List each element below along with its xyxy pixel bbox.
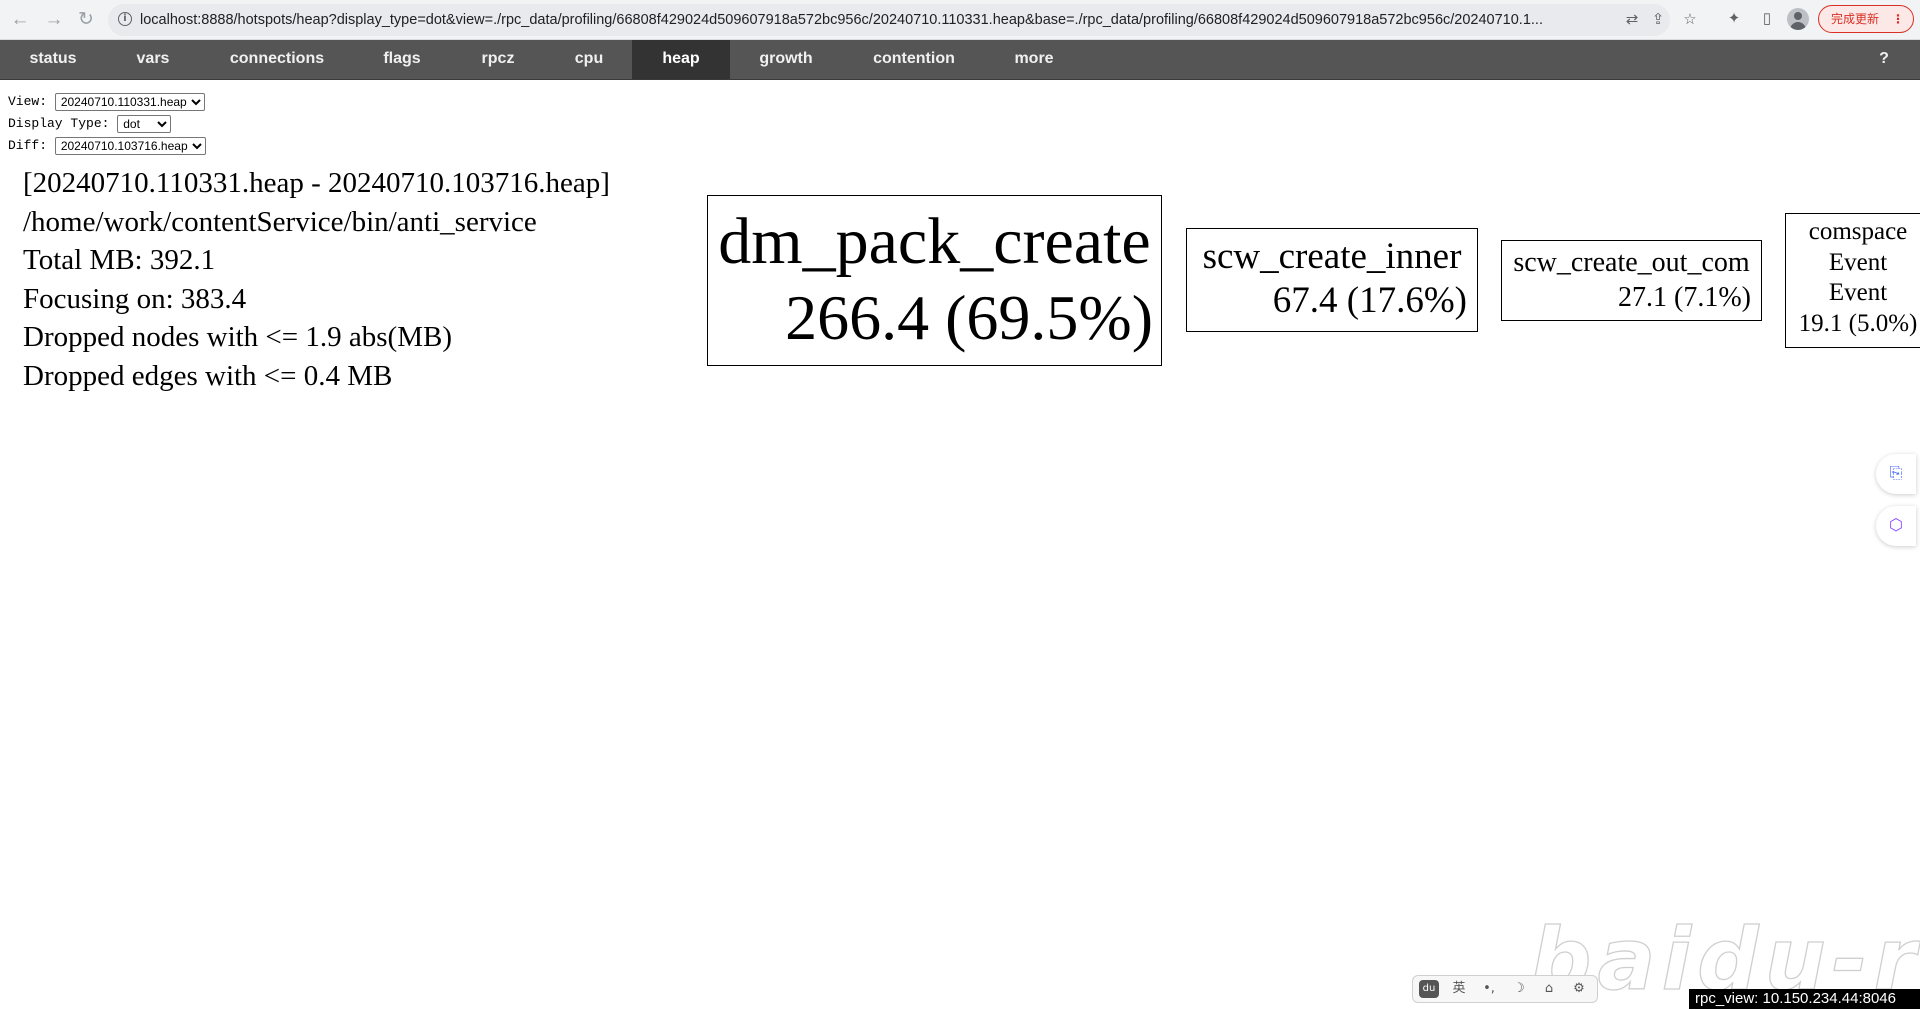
tab-bar: status vars connections flags rpcz cpu h… [0, 40, 1920, 80]
info-icon[interactable]: i [118, 12, 132, 26]
profile-avatar[interactable] [1787, 8, 1809, 30]
rpc-view-tag: rpc_view: 10.150.234.44:8046 [1689, 989, 1920, 1009]
ai-assistant-icon[interactable]: ⬡ [1876, 506, 1916, 546]
node-value: 27.1 (7.1%) [1618, 282, 1751, 313]
ime-toolbar: du 英 •, ☽ ⌂ ⚙ [1412, 975, 1598, 1003]
node-value: 266.4 (69.5%) [785, 282, 1153, 353]
tab-heap[interactable]: heap [632, 40, 730, 79]
summary-diff-title: [20240710.110331.heap - 20240710.103716.… [23, 167, 610, 199]
translate-assistant-icon[interactable]: ⎘ [1876, 454, 1916, 494]
view-label: View: [8, 94, 48, 109]
summary-focus: Focusing on: 383.4 [23, 282, 247, 315]
tab-cpu[interactable]: cpu [546, 40, 632, 79]
browser-toolbar: ← → ↻ i localhost:8888/hotspots/heap?dis… [0, 0, 1920, 40]
graph-node: dm_pack_create 266.4 (69.5%) [707, 195, 1162, 366]
reload-icon[interactable]: ↻ [72, 6, 100, 34]
diff-label: Diff: [8, 138, 48, 153]
menu-icon: ⋮ [1892, 12, 1904, 26]
ime-skin-icon[interactable]: ⌂ [1539, 980, 1559, 998]
summary-total: Total MB: 392.1 [23, 244, 216, 276]
display-type-label: Display Type: [8, 116, 110, 131]
tab-vars[interactable]: vars [106, 40, 200, 79]
node-name: scw_create_out_com [1513, 247, 1750, 278]
graph-node: scw_create_inner 67.4 (17.6%) [1186, 228, 1478, 332]
node-name: dm_pack_create [718, 205, 1151, 278]
profile-controls: View: 20240710.110331.heap Display Type:… [8, 92, 206, 158]
sidepanel-icon[interactable]: ▯ [1756, 8, 1778, 30]
summary-binary-path: /home/work/contentService/bin/anti_servi… [23, 205, 537, 238]
address-bar[interactable]: i localhost:8888/hotspots/heap?display_t… [108, 4, 1697, 36]
diff-select[interactable]: 20240710.103716.heap [54, 137, 206, 155]
node-name-line: Event [1828, 248, 1888, 276]
node-name: scw_create_inner [1202, 236, 1462, 277]
tab-growth[interactable]: growth [730, 40, 842, 79]
summary-dropped-edges: Dropped edges with <= 0.4 MB [23, 359, 393, 392]
forward-icon[interactable]: → [40, 6, 68, 34]
view-select[interactable]: 20240710.110331.heap [54, 93, 205, 111]
ime-moon-icon[interactable]: ☽ [1509, 980, 1529, 998]
graph-summary: [20240710.110331.heap - 20240710.103716.… [23, 164, 610, 395]
ime-logo-icon[interactable]: du [1419, 980, 1439, 998]
ime-punctuation-icon[interactable]: •, [1479, 980, 1499, 998]
url-text[interactable]: localhost:8888/hotspots/heap?display_typ… [140, 12, 1610, 28]
tab-flags[interactable]: flags [354, 40, 450, 79]
update-label: 完成更新 [1831, 12, 1880, 26]
tab-contention[interactable]: contention [842, 40, 986, 79]
node-value: 19.1 (5.0%) [1798, 309, 1918, 337]
graph-node: comspace Event Event 19.1 (5.0%) [1785, 213, 1920, 348]
node-value: 67.4 (17.6%) [1272, 280, 1467, 321]
ime-settings-icon[interactable]: ⚙ [1569, 980, 1589, 998]
ime-language-toggle[interactable]: 英 [1449, 980, 1469, 998]
help-link[interactable]: ? [1864, 40, 1904, 79]
share-icon[interactable]: ⇪ [1648, 10, 1668, 30]
tab-connections[interactable]: connections [200, 40, 354, 79]
tab-rpcz[interactable]: rpcz [450, 40, 546, 79]
display-type-select[interactable]: dot [117, 115, 172, 133]
translate-icon[interactable]: ⇄ [1622, 10, 1642, 30]
summary-dropped-nodes: Dropped nodes with <= 1.9 abs(MB) [23, 321, 452, 353]
back-icon[interactable]: ← [6, 6, 34, 34]
star-icon[interactable]: ☆ [1680, 10, 1700, 30]
extensions-icon[interactable]: ✦ [1723, 8, 1745, 30]
tab-status[interactable]: status [0, 40, 106, 79]
node-name-line: comspace [1808, 218, 1908, 245]
graph-node: scw_create_out_com 27.1 (7.1%) [1501, 240, 1762, 321]
tab-more[interactable]: more [986, 40, 1082, 79]
update-button[interactable]: 完成更新 ⋮ [1818, 5, 1914, 33]
node-name-line: Event [1828, 279, 1888, 306]
